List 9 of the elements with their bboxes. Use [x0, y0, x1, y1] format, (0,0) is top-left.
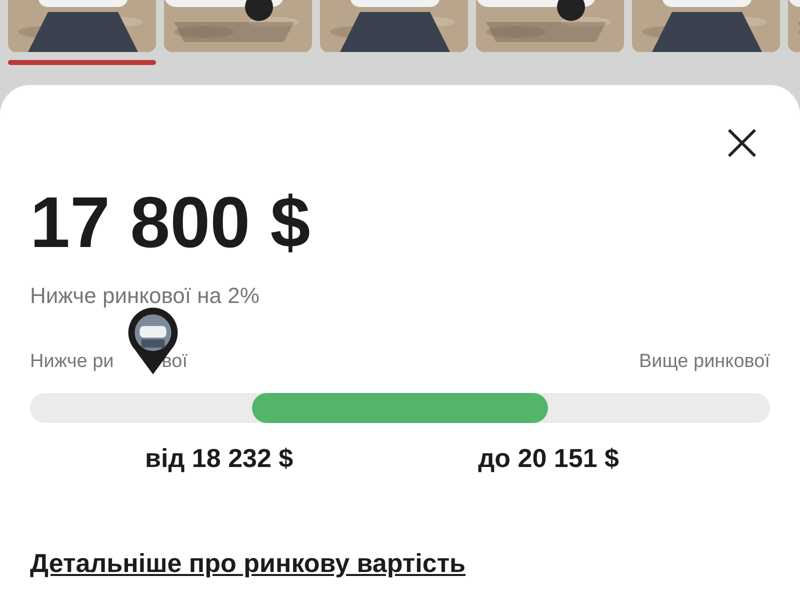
scale-label: Нижче ри: [30, 350, 114, 374]
range-to: до 20 151 $: [478, 442, 619, 474]
scale-label: Вище ринкової: [638, 350, 770, 374]
scale-label: вої: [162, 350, 188, 374]
market-comparison: Нижче ринкової на 2%: [30, 282, 260, 310]
range-from: від 18 232 $: [145, 442, 294, 474]
close-icon[interactable]: [726, 127, 758, 159]
price: 17 800 $: [30, 183, 312, 263]
details-link[interactable]: Детальніше про ринкову вартість: [30, 544, 466, 582]
